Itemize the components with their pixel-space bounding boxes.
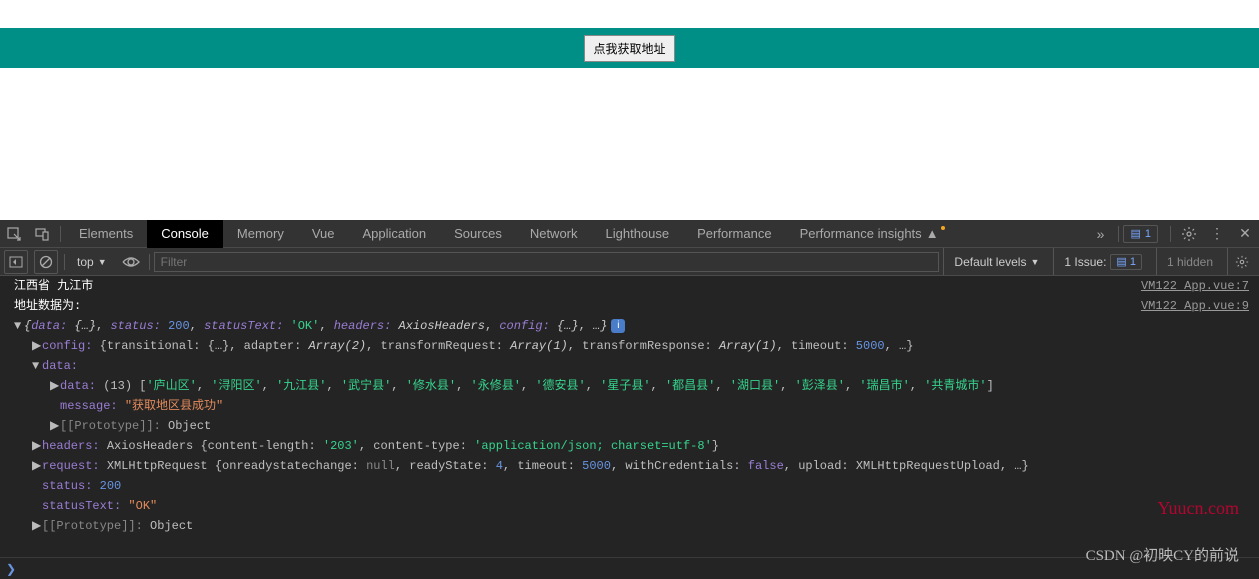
live-expression-icon[interactable] <box>119 250 143 274</box>
info-icon[interactable]: i <box>611 319 625 333</box>
hidden-count: 1 hidden <box>1156 248 1223 275</box>
kebab-icon[interactable]: ⋮ <box>1203 220 1231 248</box>
tab-memory[interactable]: Memory <box>223 220 298 248</box>
console-output[interactable]: 江西省 九江市VM122 App.vue:7 地址数据为:VM122 App.v… <box>0 276 1259 557</box>
tab-sources[interactable]: Sources <box>440 220 516 248</box>
log-levels-selector[interactable]: Default levels▼ <box>943 248 1049 275</box>
page-content: 点我获取地址 <box>0 28 1259 220</box>
context-selector[interactable]: top▼ <box>69 255 115 269</box>
filter-wrap <box>154 252 940 272</box>
settings-icon[interactable] <box>1175 220 1203 248</box>
tab-elements[interactable]: Elements <box>65 220 147 248</box>
console-toolbar: top▼ Default levels▼ 1 Issue:▤1 1 hidden <box>0 248 1259 276</box>
tab-application[interactable]: Application <box>349 220 441 248</box>
log-line: 地址数据为: <box>4 296 1141 316</box>
issues-summary[interactable]: 1 Issue:▤1 <box>1053 248 1152 275</box>
object-prop: message: "获取地区县成功" <box>4 396 1255 416</box>
console-filter-input[interactable] <box>154 252 940 272</box>
source-link[interactable]: VM122 App.vue:9 <box>1141 296 1255 316</box>
tab-lighthouse[interactable]: Lighthouse <box>592 220 684 248</box>
tab-network[interactable]: Network <box>516 220 592 248</box>
source-link[interactable]: VM122 App.vue:7 <box>1141 276 1255 296</box>
object-prop[interactable]: ▶headers: AxiosHeaders {content-length: … <box>4 436 1255 456</box>
object-prop: statusText: "OK" <box>4 496 1255 516</box>
tab-perf-insights[interactable]: Performance insights ▲ <box>786 220 959 248</box>
log-line: 江西省 九江市 <box>4 276 1141 296</box>
clear-console-icon[interactable] <box>34 250 58 274</box>
object-prop[interactable]: ▼data: <box>4 356 1255 376</box>
close-icon[interactable]: ✕ <box>1231 220 1259 248</box>
object-prop[interactable]: ▶config: {transitional: {…}, adapter: Ar… <box>4 336 1255 356</box>
object-prop[interactable]: ▶[[Prototype]]: Object <box>4 516 1255 536</box>
header-bar: 点我获取地址 <box>0 28 1259 68</box>
device-toggle-icon[interactable] <box>28 220 56 248</box>
console-settings-icon[interactable] <box>1227 248 1255 275</box>
tab-performance[interactable]: Performance <box>683 220 785 248</box>
object-summary[interactable]: ▼{data: {…}, status: 200, statusText: 'O… <box>4 316 1255 336</box>
devtools-tabstrip: Elements Console Memory Vue Application … <box>0 220 1259 248</box>
toggle-sidebar-icon[interactable] <box>4 250 28 274</box>
tab-console[interactable]: Console <box>147 220 223 248</box>
get-address-button[interactable]: 点我获取地址 <box>584 35 674 62</box>
object-prop: status: 200 <box>4 476 1255 496</box>
console-prompt[interactable]: ❯ <box>0 557 1259 579</box>
tab-vue[interactable]: Vue <box>298 220 349 248</box>
object-prop[interactable]: ▶request: XMLHttpRequest {onreadystatech… <box>4 456 1255 476</box>
inspect-icon[interactable] <box>0 220 28 248</box>
devtools-panel: Elements Console Memory Vue Application … <box>0 220 1259 579</box>
object-prop[interactable]: ▶data: (13) ['庐山区', '浔阳区', '九江县', '武宁县',… <box>4 376 1255 396</box>
more-tabs-icon[interactable]: » <box>1086 220 1114 248</box>
object-prop[interactable]: ▶[[Prototype]]: Object <box>4 416 1255 436</box>
issues-chip[interactable]: ▤1 <box>1123 225 1158 243</box>
